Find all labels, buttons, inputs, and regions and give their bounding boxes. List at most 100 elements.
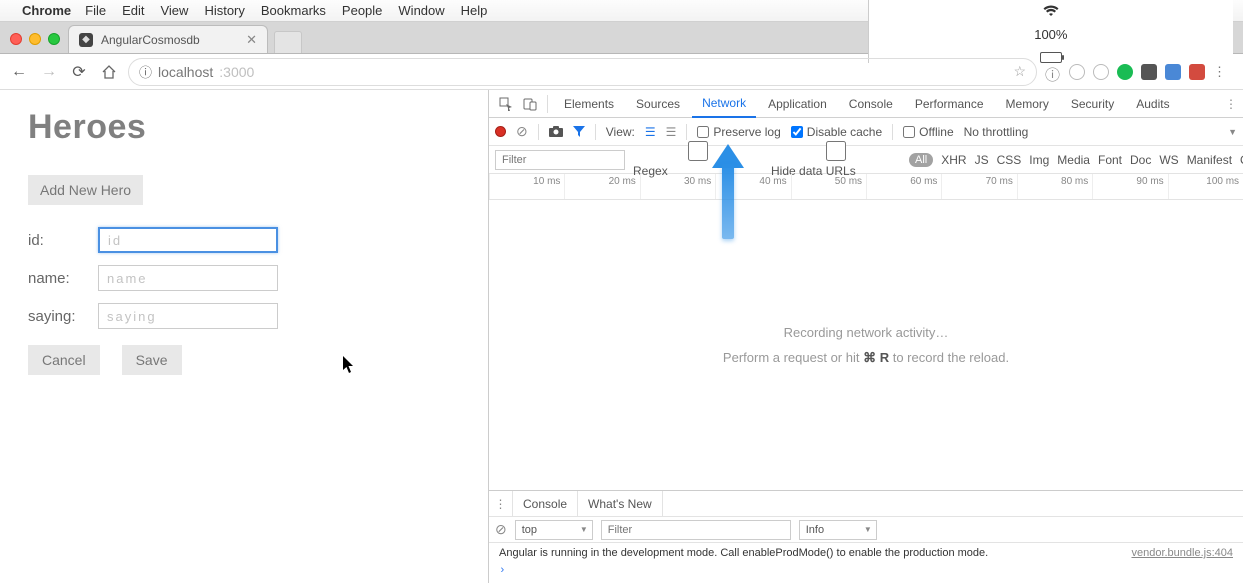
extension-icon[interactable] — [1165, 64, 1181, 80]
bookmark-star-icon[interactable]: ☆ — [1013, 63, 1026, 80]
throttling-select[interactable]: No throttling — [964, 125, 1029, 139]
recording-message: Recording network activity… — [784, 325, 949, 340]
tab-application[interactable]: Application — [758, 90, 837, 118]
extension-icon[interactable] — [1189, 64, 1205, 80]
network-filter-input[interactable] — [495, 150, 625, 170]
name-input[interactable] — [98, 265, 278, 291]
extension-icon[interactable] — [1093, 64, 1109, 80]
extension-icon[interactable] — [1117, 64, 1133, 80]
tab-security[interactable]: Security — [1061, 90, 1124, 118]
devtools-tabbar: Elements Sources Network Application Con… — [489, 90, 1243, 118]
tab-sources[interactable]: Sources — [626, 90, 690, 118]
filter-type-doc[interactable]: Doc — [1130, 153, 1151, 167]
tab-memory[interactable]: Memory — [996, 90, 1059, 118]
filter-icon[interactable] — [573, 126, 585, 138]
app-menu[interactable]: Chrome — [22, 3, 71, 18]
timeline-tick: 20 ms — [564, 174, 639, 199]
chrome-menu-button[interactable]: ⋮ — [1213, 64, 1229, 80]
timeline-tick: 40 ms — [715, 174, 790, 199]
id-input[interactable] — [98, 227, 278, 253]
tab-performance[interactable]: Performance — [905, 90, 994, 118]
filter-type-font[interactable]: Font — [1098, 153, 1122, 167]
close-tab-button[interactable]: ✕ — [246, 32, 257, 48]
list-view-icon[interactable]: ☰ — [645, 125, 656, 139]
filter-type-js[interactable]: JS — [975, 153, 989, 167]
console-source-link[interactable]: vendor.bundle.js:404 — [1131, 547, 1233, 559]
filter-type-ws[interactable]: WS — [1159, 153, 1178, 167]
tab-console[interactable]: Console — [839, 90, 903, 118]
menu-people[interactable]: People — [342, 3, 382, 18]
view-label: View: — [606, 125, 635, 139]
add-new-hero-button[interactable]: Add New Hero — [28, 175, 143, 205]
screenshot-icon[interactable] — [549, 126, 563, 137]
regex-checkbox[interactable]: Regex — [633, 141, 763, 178]
url-host: localhost — [158, 64, 213, 80]
timeline-tick: 70 ms — [941, 174, 1016, 199]
close-window-button[interactable] — [10, 33, 22, 45]
filter-type-all[interactable]: All — [909, 153, 933, 167]
timeline-tick: 10 ms — [489, 174, 564, 199]
maximize-window-button[interactable] — [48, 33, 60, 45]
wifi-icon[interactable] — [1043, 5, 1059, 17]
window-controls — [8, 33, 68, 53]
page-heading: Heroes — [28, 108, 460, 147]
page-content: Heroes Add New Hero id: name: saying: Ca… — [0, 90, 488, 583]
back-button[interactable]: ← — [8, 61, 30, 83]
saying-input[interactable] — [98, 303, 278, 329]
toolbar-overflow-icon[interactable]: ▼ — [1228, 127, 1237, 137]
record-button[interactable] — [495, 126, 506, 137]
save-button[interactable]: Save — [122, 345, 182, 375]
tab-network[interactable]: Network — [692, 90, 756, 118]
drawer-tab-console[interactable]: Console — [513, 491, 578, 516]
new-tab-button[interactable] — [274, 31, 302, 53]
minimize-window-button[interactable] — [29, 33, 41, 45]
console-prompt[interactable]: › — [489, 563, 1243, 583]
console-filter-input[interactable] — [601, 520, 791, 540]
menu-edit[interactable]: Edit — [122, 3, 144, 18]
console-level-select[interactable]: Info▼ — [799, 520, 877, 540]
menu-help[interactable]: Help — [461, 3, 488, 18]
cancel-button[interactable]: Cancel — [28, 345, 100, 375]
drawer-menu-button[interactable]: ⋮ — [489, 491, 513, 516]
browser-tab[interactable]: ◆ AngularCosmosdb ✕ — [68, 25, 268, 53]
reload-button[interactable]: ⟳ — [68, 61, 90, 83]
network-timeline[interactable]: 10 ms 20 ms 30 ms 40 ms 50 ms 60 ms 70 m… — [489, 174, 1243, 200]
name-label: name: — [28, 270, 98, 287]
battery-icon[interactable] — [1040, 52, 1062, 63]
extension-icon[interactable] — [1141, 64, 1157, 80]
tab-audits[interactable]: Audits — [1126, 90, 1179, 118]
extensions-area: ⋮ — [1045, 64, 1235, 80]
drawer-tab-whatsnew[interactable]: What's New — [578, 491, 663, 516]
large-view-icon[interactable]: ☰ — [666, 125, 677, 139]
menu-history[interactable]: History — [204, 3, 244, 18]
menu-view[interactable]: View — [160, 3, 188, 18]
console-message: Angular is running in the development mo… — [499, 547, 1121, 559]
menu-bookmarks[interactable]: Bookmarks — [261, 3, 326, 18]
filter-type-media[interactable]: Media — [1057, 153, 1090, 167]
tab-elements[interactable]: Elements — [554, 90, 624, 118]
menu-window[interactable]: Window — [398, 3, 444, 18]
filter-type-img[interactable]: Img — [1029, 153, 1049, 167]
inspect-element-icon[interactable] — [495, 97, 517, 111]
clear-button[interactable]: ⊘ — [516, 123, 528, 140]
extension-icon[interactable] — [1069, 64, 1085, 80]
console-log-row: Angular is running in the development mo… — [489, 543, 1243, 563]
extension-info-icon[interactable] — [1045, 64, 1061, 80]
device-toolbar-icon[interactable] — [519, 97, 541, 111]
disable-cache-checkbox[interactable]: Disable cache — [791, 125, 882, 139]
filter-type-xhr[interactable]: XHR — [941, 153, 966, 167]
home-button[interactable] — [98, 61, 120, 83]
menu-file[interactable]: File — [85, 3, 106, 18]
console-clear-button[interactable]: ⊘ — [495, 521, 507, 538]
drawer-tabbar: ⋮ Console What's New — [489, 491, 1243, 517]
offline-checkbox[interactable]: Offline — [903, 125, 953, 139]
site-info-icon[interactable]: ⓘ — [139, 62, 152, 81]
preserve-log-checkbox[interactable]: Preserve log — [697, 125, 780, 139]
hide-data-urls-checkbox[interactable]: Hide data URLs — [771, 141, 901, 178]
filter-type-css[interactable]: CSS — [997, 153, 1022, 167]
filter-type-manifest[interactable]: Manifest — [1187, 153, 1232, 167]
devtools-menu-button[interactable]: ⋮ — [1225, 97, 1237, 111]
console-context-select[interactable]: top▼ — [515, 520, 593, 540]
tab-title: AngularCosmosdb — [101, 33, 200, 47]
address-bar[interactable]: ⓘ localhost:3000 ☆ — [128, 58, 1037, 86]
